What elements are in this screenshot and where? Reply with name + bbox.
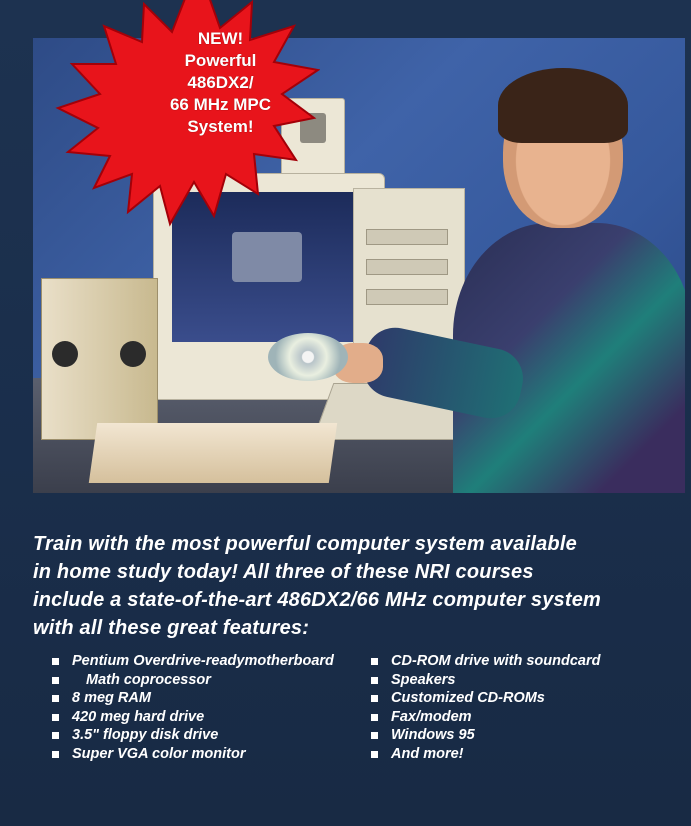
feature-item: Speakers [367,671,667,690]
starburst-line: Powerful [184,51,257,70]
drive-bay [366,229,448,245]
square-bullet-icon [52,713,59,721]
square-bullet-icon [52,732,59,739]
manuals-stack [88,423,338,483]
drive-bay [366,259,448,275]
feature-item: And more! [367,745,667,764]
screen-image [232,232,302,282]
starburst-line: 66 MHz MPC [169,95,272,114]
feature-item: Fax/modem [367,708,667,727]
feature-text: 8 meg RAM [72,690,151,706]
person-hair [498,68,628,143]
square-bullet-icon [371,658,378,665]
square-bullet-icon [52,750,59,758]
feature-item: Super VGA color monitor [48,745,328,764]
starburst-text: NEW! Powerful 486DX2/ 66 MHz MPC System! [123,28,318,138]
square-bullet-icon [52,676,59,684]
software-box [41,278,158,440]
feature-text: Pentium Overdrive-ready [72,653,245,669]
square-bullet-icon [371,695,378,702]
intro-line: Train with the most powerful computer sy… [33,533,577,555]
feature-text: Customized CD-ROMs [391,690,545,706]
square-bullet-icon [371,676,378,684]
box-speaker-hole [52,341,78,367]
square-bullet-icon [371,732,378,739]
square-bullet-icon [371,713,378,721]
feature-text: 3.5" floppy disk drive [72,727,219,743]
box-speaker-hole [120,341,146,367]
feature-item: 420 meg hard drive [48,708,328,727]
feature-item: CD-ROM drive with soundcard [367,652,667,671]
square-bullet-icon [52,658,59,665]
feature-item: 8 meg RAM [48,689,328,708]
feature-text: Windows 95 [391,727,475,743]
feature-text: 420 meg hard drive [72,708,205,725]
feature-item: Math coprocessor [48,671,328,690]
feature-text: CD-ROM drive with sound [391,653,570,669]
new-system-starburst: NEW! Powerful 486DX2/ 66 MHz MPC System! [38,0,320,238]
feature-text-continued: card [569,653,601,669]
drive-bay [366,289,448,305]
feature-text-continued: motherboard [244,653,334,669]
starburst-line: 486DX2/ [187,73,254,92]
advertisement-page: NEW! Powerful 486DX2/ 66 MHz MPC System!… [0,0,691,826]
feature-item: Windows 95 [367,726,667,745]
intro-line: with all these great features: [33,617,310,639]
feature-text: And more! [391,745,464,762]
starburst-line: NEW! [197,29,244,48]
feature-text: Fax/modem [391,708,472,725]
feature-text: Speakers [391,671,456,688]
starburst-line: System! [187,117,254,136]
square-bullet-icon [52,695,59,702]
feature-text: Super VGA color monitor [72,745,246,762]
square-bullet-icon [371,750,378,758]
intro-line: include a state-of-the-art 486DX2/66 MHz… [33,589,602,611]
feature-text: Math coprocessor [86,671,211,688]
features-list-right: CD-ROM drive with soundcard Speakers Cus… [367,652,667,763]
intro-line: in home study today! All three of these … [33,561,534,583]
features-list-left: Pentium Overdrive-readymotherboard Math … [48,652,334,764]
feature-item: Pentium Overdrive-readymotherboard [48,652,334,671]
intro-paragraph: Train with the most powerful computer sy… [33,530,685,642]
cd-disc [268,333,348,381]
feature-item: Customized CD-ROMs [367,689,667,708]
feature-item: 3.5" floppy disk drive [48,726,328,745]
